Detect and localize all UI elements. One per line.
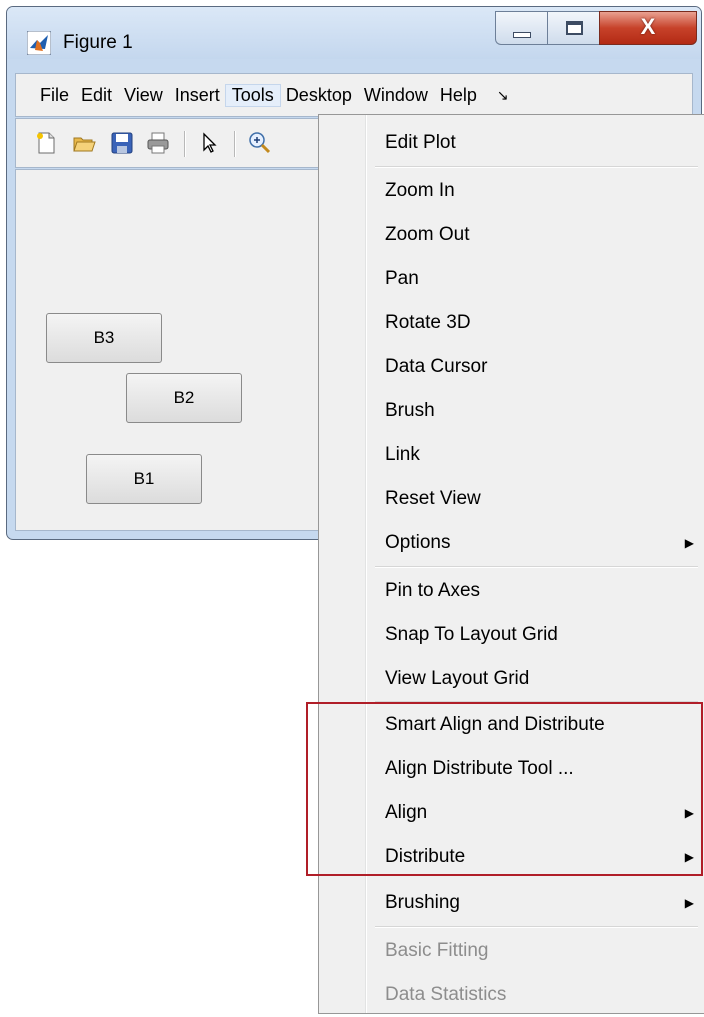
open-file-icon[interactable]	[72, 131, 96, 155]
uicontrol-button-b2[interactable]: B2	[126, 373, 242, 423]
minimize-icon	[513, 32, 531, 38]
new-figure-icon[interactable]	[34, 131, 58, 155]
tools-dropdown-menu: Edit Plot Zoom In Zoom Out Pan Rotate 3D…	[318, 114, 704, 1014]
menu-item-zoom-out[interactable]: Zoom Out	[319, 213, 704, 257]
menu-item-data-statistics: Data Statistics	[385, 984, 507, 1005]
maximize-icon	[566, 21, 583, 35]
toolbar-separator	[184, 131, 186, 157]
menu-item-link[interactable]: Link	[319, 433, 704, 477]
menu-bar: File Edit View Insert Tools Desktop Wind…	[15, 73, 693, 117]
menu-item-rotate-3d[interactable]: Rotate 3D	[319, 301, 704, 345]
menu-item-view-layout-grid[interactable]: View Layout Grid	[319, 657, 704, 701]
close-button[interactable]: X	[599, 11, 697, 45]
menu-view[interactable]: View	[118, 85, 169, 106]
menu-item-pin-to-axes[interactable]: Pin to Axes	[319, 569, 704, 613]
menu-item-zoom-in[interactable]: Zoom In	[319, 169, 704, 213]
menu-item-reset-view[interactable]: Reset View	[319, 477, 704, 521]
menu-item-data-cursor[interactable]: Data Cursor	[319, 345, 704, 389]
highlight-box	[306, 702, 703, 876]
menu-insert[interactable]: Insert	[169, 85, 226, 106]
menu-item-brush[interactable]: Brush	[319, 389, 704, 433]
menu-separator	[375, 566, 698, 568]
menu-file[interactable]: File	[16, 85, 75, 106]
menu-edit[interactable]: Edit	[75, 85, 118, 106]
menu-item-snap-to-layout-grid[interactable]: Snap To Layout Grid	[319, 613, 704, 657]
menu-item-edit-plot[interactable]: Edit Plot	[319, 121, 704, 165]
uicontrol-button-b1[interactable]: B1	[86, 454, 202, 504]
zoom-in-icon[interactable]	[248, 131, 272, 155]
print-icon[interactable]	[146, 131, 170, 155]
uicontrol-button-b3[interactable]: B3	[46, 313, 162, 363]
matlab-icon	[27, 31, 51, 55]
minimize-button[interactable]	[495, 11, 547, 45]
submenu-arrow-icon: ▶	[684, 536, 694, 550]
menu-item-basic-fitting: Basic Fitting	[385, 940, 489, 961]
menu-item-brushing[interactable]: Brushing ▶	[319, 881, 704, 925]
pointer-icon[interactable]	[198, 131, 222, 155]
dock-arrow-icon[interactable]: ↘	[497, 87, 509, 104]
caption-buttons: X	[495, 11, 697, 49]
menu-item-pan[interactable]: Pan	[319, 257, 704, 301]
window-title: Figure 1	[63, 32, 133, 53]
menu-item-options[interactable]: Options ▶	[319, 521, 704, 565]
menu-window[interactable]: Window	[358, 85, 434, 106]
maximize-button[interactable]	[547, 11, 599, 45]
title-bar[interactable]: Figure 1 X	[7, 7, 701, 59]
close-icon: X	[640, 14, 656, 39]
toolbar-separator	[234, 131, 236, 157]
save-icon[interactable]	[110, 131, 134, 155]
menu-tools[interactable]: Tools	[224, 83, 281, 107]
menu-separator	[375, 166, 698, 168]
menu-help[interactable]: Help	[434, 85, 483, 106]
menu-item-label: Brushing	[385, 892, 460, 913]
menu-item-label: Options	[385, 532, 451, 553]
menu-desktop[interactable]: Desktop	[280, 85, 358, 106]
submenu-arrow-icon: ▶	[684, 896, 694, 910]
menu-separator	[375, 926, 698, 928]
